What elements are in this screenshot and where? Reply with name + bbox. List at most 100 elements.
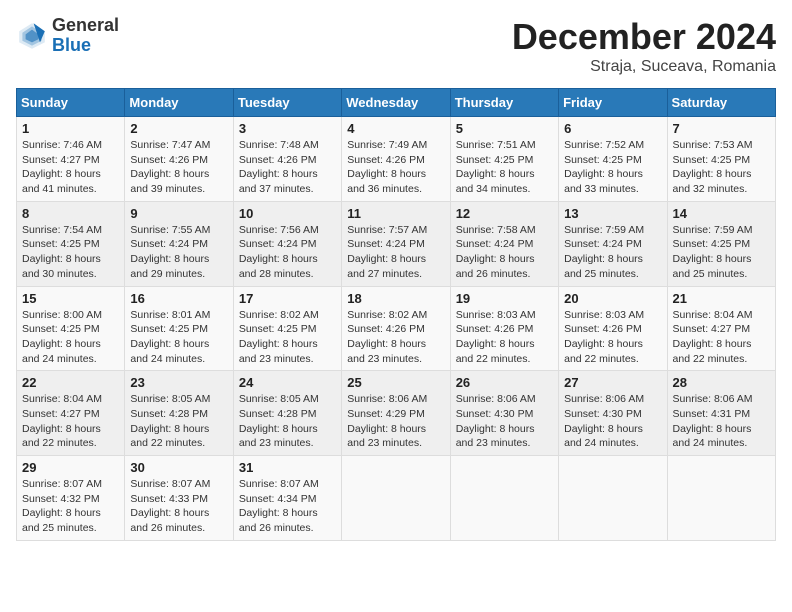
calendar-day-cell: 11 Sunrise: 7:57 AM Sunset: 4:24 PM Dayl… [342,201,450,286]
calendar-day-cell: 21 Sunrise: 8:04 AM Sunset: 4:27 PM Dayl… [667,286,775,371]
day-of-week-header: Saturday [667,89,775,117]
day-info: Sunrise: 7:54 AM Sunset: 4:25 PM Dayligh… [22,223,119,282]
day-info: Sunrise: 8:03 AM Sunset: 4:26 PM Dayligh… [564,308,661,367]
day-info: Sunrise: 7:59 AM Sunset: 4:25 PM Dayligh… [673,223,770,282]
day-info: Sunrise: 8:06 AM Sunset: 4:31 PM Dayligh… [673,392,770,451]
month-title: December 2024 [512,16,776,58]
day-info: Sunrise: 7:52 AM Sunset: 4:25 PM Dayligh… [564,138,661,197]
calendar-week-row: 1 Sunrise: 7:46 AM Sunset: 4:27 PM Dayli… [17,117,776,202]
day-number: 7 [673,121,770,136]
logo-text: General Blue [52,16,119,56]
calendar-day-cell: 18 Sunrise: 8:02 AM Sunset: 4:26 PM Dayl… [342,286,450,371]
calendar-day-cell: 10 Sunrise: 7:56 AM Sunset: 4:24 PM Dayl… [233,201,341,286]
day-number: 31 [239,460,336,475]
calendar-day-cell: 25 Sunrise: 8:06 AM Sunset: 4:29 PM Dayl… [342,371,450,456]
calendar-day-cell: 29 Sunrise: 8:07 AM Sunset: 4:32 PM Dayl… [17,456,125,541]
day-number: 23 [130,375,227,390]
calendar-day-cell: 14 Sunrise: 7:59 AM Sunset: 4:25 PM Dayl… [667,201,775,286]
calendar-day-cell: 16 Sunrise: 8:01 AM Sunset: 4:25 PM Dayl… [125,286,233,371]
calendar-day-cell: 12 Sunrise: 7:58 AM Sunset: 4:24 PM Dayl… [450,201,558,286]
calendar-header-row: SundayMondayTuesdayWednesdayThursdayFrid… [17,89,776,117]
day-number: 4 [347,121,444,136]
day-info: Sunrise: 7:46 AM Sunset: 4:27 PM Dayligh… [22,138,119,197]
calendar-day-cell: 24 Sunrise: 8:05 AM Sunset: 4:28 PM Dayl… [233,371,341,456]
calendar-day-cell: 6 Sunrise: 7:52 AM Sunset: 4:25 PM Dayli… [559,117,667,202]
day-info: Sunrise: 7:49 AM Sunset: 4:26 PM Dayligh… [347,138,444,197]
calendar-week-row: 15 Sunrise: 8:00 AM Sunset: 4:25 PM Dayl… [17,286,776,371]
calendar-day-cell: 2 Sunrise: 7:47 AM Sunset: 4:26 PM Dayli… [125,117,233,202]
day-info: Sunrise: 8:04 AM Sunset: 4:27 PM Dayligh… [673,308,770,367]
calendar-day-cell: 28 Sunrise: 8:06 AM Sunset: 4:31 PM Dayl… [667,371,775,456]
calendar-day-cell: 8 Sunrise: 7:54 AM Sunset: 4:25 PM Dayli… [17,201,125,286]
calendar-day-cell: 20 Sunrise: 8:03 AM Sunset: 4:26 PM Dayl… [559,286,667,371]
calendar-week-row: 22 Sunrise: 8:04 AM Sunset: 4:27 PM Dayl… [17,371,776,456]
day-number: 19 [456,291,553,306]
day-info: Sunrise: 8:07 AM Sunset: 4:33 PM Dayligh… [130,477,227,536]
calendar-empty-cell [667,456,775,541]
calendar-day-cell: 13 Sunrise: 7:59 AM Sunset: 4:24 PM Dayl… [559,201,667,286]
day-info: Sunrise: 7:47 AM Sunset: 4:26 PM Dayligh… [130,138,227,197]
day-number: 21 [673,291,770,306]
day-number: 22 [22,375,119,390]
day-info: Sunrise: 7:57 AM Sunset: 4:24 PM Dayligh… [347,223,444,282]
day-number: 8 [22,206,119,221]
day-number: 17 [239,291,336,306]
day-number: 6 [564,121,661,136]
logo-general-text: General [52,16,119,36]
day-info: Sunrise: 8:03 AM Sunset: 4:26 PM Dayligh… [456,308,553,367]
logo: General Blue [16,16,119,56]
calendar-day-cell: 27 Sunrise: 8:06 AM Sunset: 4:30 PM Dayl… [559,371,667,456]
day-of-week-header: Sunday [17,89,125,117]
day-info: Sunrise: 7:55 AM Sunset: 4:24 PM Dayligh… [130,223,227,282]
day-info: Sunrise: 8:06 AM Sunset: 4:30 PM Dayligh… [564,392,661,451]
day-number: 29 [22,460,119,475]
day-of-week-header: Friday [559,89,667,117]
day-of-week-header: Tuesday [233,89,341,117]
day-info: Sunrise: 8:02 AM Sunset: 4:26 PM Dayligh… [347,308,444,367]
day-number: 30 [130,460,227,475]
day-number: 18 [347,291,444,306]
day-number: 11 [347,206,444,221]
day-of-week-header: Wednesday [342,89,450,117]
day-number: 15 [22,291,119,306]
day-of-week-header: Monday [125,89,233,117]
day-number: 1 [22,121,119,136]
day-info: Sunrise: 8:05 AM Sunset: 4:28 PM Dayligh… [239,392,336,451]
day-number: 9 [130,206,227,221]
calendar-day-cell: 22 Sunrise: 8:04 AM Sunset: 4:27 PM Dayl… [17,371,125,456]
day-number: 28 [673,375,770,390]
day-info: Sunrise: 7:58 AM Sunset: 4:24 PM Dayligh… [456,223,553,282]
day-number: 16 [130,291,227,306]
calendar-day-cell: 3 Sunrise: 7:48 AM Sunset: 4:26 PM Dayli… [233,117,341,202]
calendar-day-cell: 1 Sunrise: 7:46 AM Sunset: 4:27 PM Dayli… [17,117,125,202]
calendar-empty-cell [450,456,558,541]
day-number: 10 [239,206,336,221]
day-of-week-header: Thursday [450,89,558,117]
day-info: Sunrise: 8:01 AM Sunset: 4:25 PM Dayligh… [130,308,227,367]
day-info: Sunrise: 7:56 AM Sunset: 4:24 PM Dayligh… [239,223,336,282]
calendar-day-cell: 5 Sunrise: 7:51 AM Sunset: 4:25 PM Dayli… [450,117,558,202]
calendar-empty-cell [559,456,667,541]
calendar-table: SundayMondayTuesdayWednesdayThursdayFrid… [16,88,776,541]
calendar-week-row: 8 Sunrise: 7:54 AM Sunset: 4:25 PM Dayli… [17,201,776,286]
location-subtitle: Straja, Suceava, Romania [512,58,776,76]
day-number: 14 [673,206,770,221]
logo-blue-text: Blue [52,36,119,56]
calendar-day-cell: 9 Sunrise: 7:55 AM Sunset: 4:24 PM Dayli… [125,201,233,286]
logo-icon [16,20,48,52]
calendar-day-cell: 17 Sunrise: 8:02 AM Sunset: 4:25 PM Dayl… [233,286,341,371]
day-number: 2 [130,121,227,136]
calendar-day-cell: 23 Sunrise: 8:05 AM Sunset: 4:28 PM Dayl… [125,371,233,456]
day-info: Sunrise: 8:02 AM Sunset: 4:25 PM Dayligh… [239,308,336,367]
day-number: 26 [456,375,553,390]
day-number: 3 [239,121,336,136]
calendar-day-cell: 31 Sunrise: 8:07 AM Sunset: 4:34 PM Dayl… [233,456,341,541]
day-number: 27 [564,375,661,390]
day-info: Sunrise: 7:51 AM Sunset: 4:25 PM Dayligh… [456,138,553,197]
calendar-empty-cell [342,456,450,541]
calendar-day-cell: 19 Sunrise: 8:03 AM Sunset: 4:26 PM Dayl… [450,286,558,371]
day-info: Sunrise: 8:06 AM Sunset: 4:30 PM Dayligh… [456,392,553,451]
day-number: 13 [564,206,661,221]
calendar-week-row: 29 Sunrise: 8:07 AM Sunset: 4:32 PM Dayl… [17,456,776,541]
day-info: Sunrise: 8:07 AM Sunset: 4:34 PM Dayligh… [239,477,336,536]
